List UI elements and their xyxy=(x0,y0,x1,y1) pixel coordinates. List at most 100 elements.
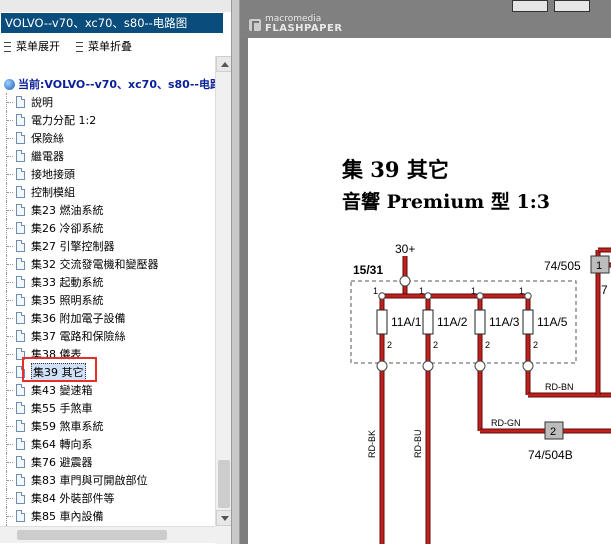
tree-item[interactable]: 說明 xyxy=(6,93,53,111)
tree-item[interactable]: 集59 煞車系統 xyxy=(6,417,104,435)
tree-item[interactable]: 集83 車門與可開啟部位 xyxy=(6,471,148,489)
tree-item[interactable]: 接地接頭 xyxy=(6,165,75,183)
tree-item[interactable]: 集38 儀表 xyxy=(6,345,82,363)
tree-connector-line xyxy=(6,291,15,309)
tree-item[interactable]: 集55 手煞車 xyxy=(6,399,93,417)
tree-item[interactable]: 集39 其它 xyxy=(6,363,86,381)
fuse-label: 11A/2 xyxy=(437,315,468,329)
connector-74-505-pin: 1 xyxy=(596,260,602,272)
tree-connector-line xyxy=(6,345,15,363)
vertical-scroll-thumb[interactable] xyxy=(218,460,230,508)
document-icon xyxy=(16,96,25,108)
document-icon xyxy=(16,132,25,144)
menu-collapse-icon xyxy=(76,42,83,52)
toolbar-button-1[interactable] xyxy=(512,0,548,12)
tree-item[interactable]: 集32 交流發電機和變壓器 xyxy=(6,255,159,273)
navigation-pane: VOLVO--v70、xc70、s80--电路图 菜单展开 菜单折叠 当前:VO… xyxy=(0,0,231,544)
horizontal-scroll-thumb[interactable] xyxy=(17,530,167,540)
wire-label-rd-bn: RD-BN xyxy=(545,382,574,392)
tree-item-label: 說明 xyxy=(31,96,53,109)
tree-item[interactable]: 集43 變速箱 xyxy=(6,381,93,399)
tree-connector-line xyxy=(6,363,15,381)
tree-item-label: 集35 照明系統 xyxy=(31,294,104,307)
fuse-group-label: 15/31 xyxy=(353,263,383,277)
tree-vertical-scrollbar[interactable] xyxy=(215,56,231,526)
tree-connector-line xyxy=(6,381,15,399)
fuse-body xyxy=(422,309,434,335)
tree-item[interactable]: 控制模組 xyxy=(6,183,75,201)
fuse-pin-bottom: 2 xyxy=(387,340,392,350)
tree-item-label: 集76 避震器 xyxy=(31,456,93,469)
menu-expand-icon xyxy=(4,42,11,52)
fuse-label: 11A/1 xyxy=(391,315,422,329)
expand-menu-label: 菜单展开 xyxy=(16,40,60,53)
tree-connector-line xyxy=(6,183,15,201)
pane-splitter[interactable] xyxy=(231,0,240,544)
tree-connector-line xyxy=(6,327,15,345)
tree-item-label: 集37 電路和保險絲 xyxy=(31,330,126,343)
document-viewer: macromedia FLASHPAPER 集 39 其它 音響 Premium… xyxy=(240,0,611,544)
document-icon xyxy=(16,420,25,432)
document-icon xyxy=(16,276,25,288)
fuse-label: 11A/5 xyxy=(537,315,568,329)
scroll-corner xyxy=(215,526,231,544)
tree-item[interactable]: 集84 外裝部件等 xyxy=(6,489,115,507)
fuse-label: 11A/3 xyxy=(489,315,520,329)
fuse-body xyxy=(474,309,486,335)
tree-item-label: 保險絲 xyxy=(31,132,64,145)
tree-item[interactable]: 繼電器 xyxy=(6,147,64,165)
collapse-menu-button[interactable]: 菜单折叠 xyxy=(76,39,132,55)
tree-item[interactable]: 集33 起動系統 xyxy=(6,273,104,291)
connector-74-504b-label: 74/504B xyxy=(528,448,573,462)
tree-connector-line xyxy=(6,273,15,291)
document-icon xyxy=(16,384,25,396)
wire-label-rd-bu: RD-BU xyxy=(413,430,423,459)
document-icon xyxy=(16,510,25,522)
document-icon xyxy=(16,240,25,252)
connector-74-504b-pin: 2 xyxy=(550,426,556,438)
tree-item[interactable]: 集85 車內設備 xyxy=(6,507,104,525)
fuse-pin-bottom: 2 xyxy=(485,340,490,350)
tree-connector-line xyxy=(6,309,15,327)
tree-item[interactable]: 電力分配 1:2 xyxy=(6,111,96,129)
fuse-pin-bottom: 2 xyxy=(533,340,538,350)
flashpaper-logo-icon xyxy=(249,18,261,31)
tree-item[interactable]: 集35 照明系統 xyxy=(6,291,104,309)
tree-root[interactable]: 当前:VOLVO--v70、xc70、s80--电路 xyxy=(4,76,221,92)
tree-item[interactable]: 集27 引擎控制器 xyxy=(6,237,115,255)
scroll-down-arrow[interactable] xyxy=(216,510,231,526)
tree-item[interactable]: 集26 冷卻系統 xyxy=(6,219,104,237)
document-icon xyxy=(16,366,25,378)
expand-menu-button[interactable]: 菜单展开 xyxy=(4,39,60,55)
tree-item-label: 集83 車門與可開啟部位 xyxy=(31,474,148,487)
tree-item[interactable]: 集37 電路和保險絲 xyxy=(6,327,126,345)
wire-label-rd-gn: RD-GN xyxy=(491,418,521,428)
tree-connector-line xyxy=(6,147,15,165)
document-icon xyxy=(16,330,25,342)
tree-connector-line xyxy=(6,399,15,417)
tree-item-label: 集55 手煞車 xyxy=(31,402,93,415)
tree-horizontal-scrollbar[interactable] xyxy=(0,526,215,543)
tree-item-label: 集26 冷卻系統 xyxy=(31,222,104,235)
fuse-body xyxy=(522,309,534,335)
tree-connector-line xyxy=(6,165,15,183)
fuse-pin-top: 1 xyxy=(419,286,424,296)
tree-item-label: 集64 轉向系 xyxy=(31,438,93,451)
tree-item[interactable]: 集76 避震器 xyxy=(6,453,93,471)
scroll-up-arrow[interactable] xyxy=(216,56,231,72)
pane-top-strip xyxy=(0,0,231,12)
tree-item-label: 集84 外裝部件等 xyxy=(31,492,115,505)
tree-connector-line xyxy=(6,435,15,453)
document-icon xyxy=(16,402,25,414)
tree-item[interactable]: 集64 轉向系 xyxy=(6,435,93,453)
connector-74-505-sub: 7 xyxy=(601,283,608,297)
tree-connector-line xyxy=(6,489,15,507)
document-icon xyxy=(16,492,25,504)
tree-item[interactable]: 集36 附加電子設備 xyxy=(6,309,126,327)
tree-item[interactable]: 保險絲 xyxy=(6,129,64,147)
tree-connector-line xyxy=(6,507,15,525)
toolbar-button-2[interactable] xyxy=(554,0,590,12)
tree-item-label: 集38 儀表 xyxy=(31,348,82,361)
tree-item[interactable]: 集23 燃油系統 xyxy=(6,201,104,219)
document-icon xyxy=(16,312,25,324)
